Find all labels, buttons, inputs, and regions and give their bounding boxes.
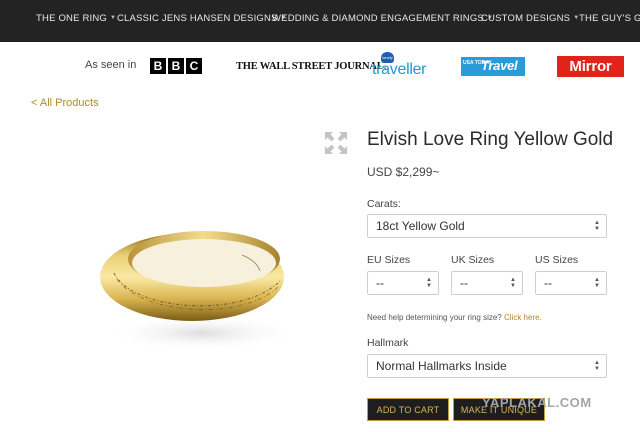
hallmark-select[interactable]: Normal Hallmarks Inside ▲ ▼: [367, 354, 607, 378]
travel-wordmark: Travel: [481, 58, 518, 73]
chevron-updown-icon: ▲ ▼: [594, 220, 600, 232]
nav-item-guys-guide[interactable]: THE GUY'S GUID: [579, 13, 640, 24]
bbc-logo-letter: B: [150, 58, 166, 74]
us-size-select[interactable]: -- ▲ ▼: [535, 271, 607, 295]
eu-size-value: --: [376, 276, 384, 290]
add-to-cart-button[interactable]: ADD TO CART: [367, 398, 449, 421]
as-seen-in-label: As seen in: [85, 59, 137, 71]
ring-size-help: Need help determining your ring size? Cl…: [367, 313, 542, 322]
hallmark-label: Hallmark: [367, 337, 409, 349]
uk-size-select[interactable]: -- ▲ ▼: [451, 271, 523, 295]
nav-item-custom-designs[interactable]: CUSTOM DESIGNS ▼: [481, 13, 579, 24]
nav-item-the-one-ring[interactable]: THE ONE RING ▼: [36, 13, 116, 24]
usa-today-travel-logo: USA TODAY Travel: [461, 57, 525, 76]
watermark: YAPLAKAL.COM: [482, 395, 592, 410]
chevron-updown-icon: ▲ ▼: [594, 360, 600, 372]
eu-sizes-label: EU Sizes: [367, 254, 411, 266]
top-navigation: THE ONE RING ▼ CLASSIC JENS HANSEN DESIGN…: [0, 0, 640, 42]
uk-sizes-label: UK Sizes: [451, 254, 495, 266]
product-image-ring: [92, 215, 302, 355]
carats-label: Carats:: [367, 198, 401, 210]
carats-select[interactable]: 18ct Yellow Gold ▲ ▼: [367, 214, 607, 238]
nav-item-wedding-rings[interactable]: WEDDING & DIAMOND ENGAGEMENT RINGS ▼: [272, 13, 493, 24]
chevron-updown-icon: ▲ ▼: [594, 277, 600, 289]
expand-arrows-icon[interactable]: [324, 131, 348, 155]
eu-size-select[interactable]: -- ▲ ▼: [367, 271, 439, 295]
product-title: Elvish Love Ring Yellow Gold: [367, 129, 614, 150]
us-size-value: --: [544, 276, 552, 290]
carats-select-value: 18ct Yellow Gold: [376, 219, 465, 233]
chevron-updown-icon: ▲ ▼: [510, 277, 516, 289]
wsj-logo: THE WALL STREET JOURNAL.: [236, 61, 387, 72]
bbc-logo-letter: C: [186, 58, 202, 74]
back-to-all-products-link[interactable]: < All Products: [31, 97, 99, 109]
traveller-wordmark: traveller: [372, 61, 427, 78]
nav-item-classic-designs[interactable]: CLASSIC JENS HANSEN DESIGNS ▼: [117, 13, 287, 24]
us-sizes-label: US Sizes: [535, 254, 579, 266]
mirror-logo: Mirror: [557, 56, 624, 77]
press-logos-bar: As seen in B B C THE WALL STREET JOURNAL…: [0, 52, 640, 82]
ring-size-help-text: Need help determining your ring size?: [367, 313, 502, 322]
uk-size-value: --: [460, 276, 468, 290]
product-price: USD $2,299~: [367, 165, 440, 179]
lonely-planet-traveller-logo: lonely planet traveller: [372, 52, 432, 82]
chevron-updown-icon: ▲ ▼: [426, 277, 432, 289]
ring-size-help-link[interactable]: Click here.: [504, 313, 542, 322]
caret-down-icon: ▼: [110, 15, 117, 21]
bbc-logo: B B C: [150, 58, 202, 74]
hallmark-select-value: Normal Hallmarks Inside: [376, 359, 507, 373]
bbc-logo-letter: B: [168, 58, 184, 74]
